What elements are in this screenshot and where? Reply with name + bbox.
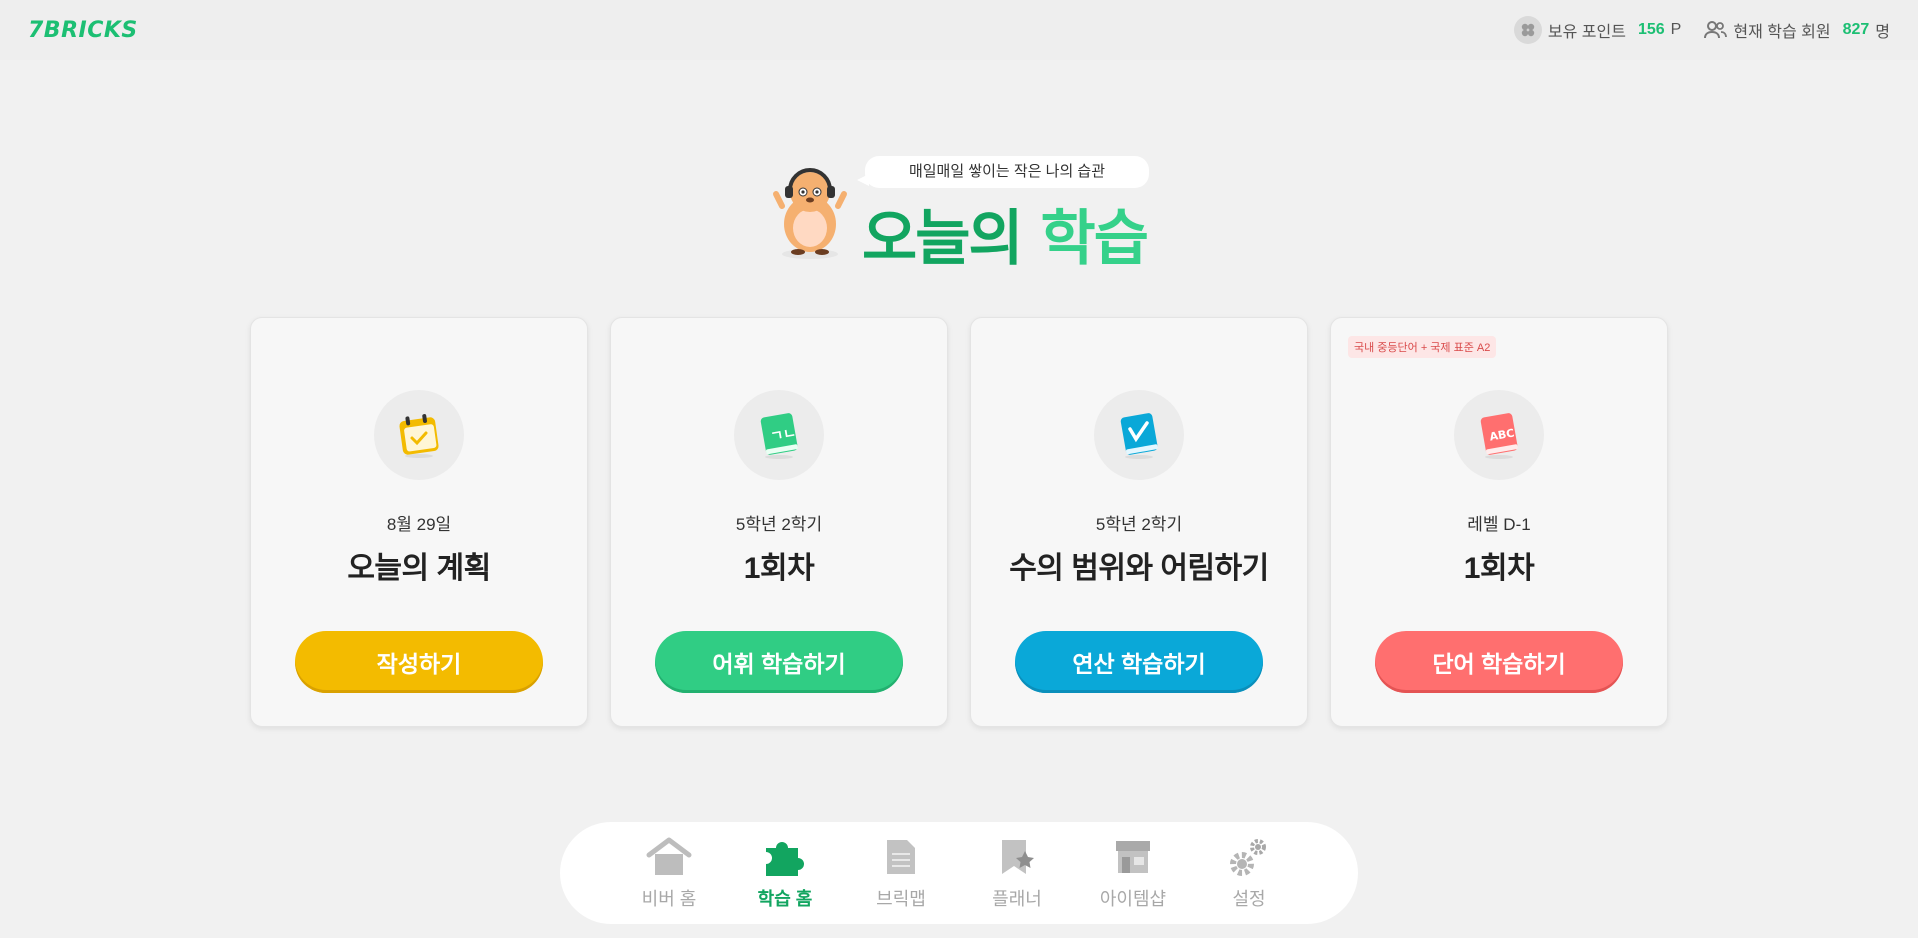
clover-coin-icon bbox=[1513, 16, 1542, 44]
gear-icon bbox=[1225, 835, 1273, 879]
bookmark-star-icon bbox=[993, 835, 1041, 879]
header-stats: 보유 포인트 156 P 현재 학습 회원 827 명 bbox=[1513, 16, 1890, 44]
members-stat: 현재 학습 회원 827 명 bbox=[1703, 18, 1890, 42]
card-plan: 8월 29일 오늘의 계획 작성하기 bbox=[250, 317, 588, 727]
nav-beaver-home[interactable]: 비버 홈 bbox=[611, 835, 727, 911]
nav-settings[interactable]: 설정 bbox=[1191, 835, 1307, 911]
nav-label: 플래너 bbox=[992, 889, 1042, 909]
top-bar: 7BRICKS 보유 포인트 156 P 현재 학습 회원 827 명 bbox=[0, 0, 1918, 60]
card-subtitle: 5학년 2학기 bbox=[735, 515, 823, 534]
house-icon bbox=[645, 835, 693, 879]
card-subtitle: 8월 29일 bbox=[386, 515, 452, 534]
card-title: 1회차 bbox=[1463, 552, 1535, 585]
nav-item-shop[interactable]: 아이템샵 bbox=[1075, 835, 1191, 911]
nav-label: 브릭맵 bbox=[876, 889, 926, 909]
card-subtitle: 5학년 2학기 bbox=[1095, 515, 1183, 534]
beaver-mascot-icon bbox=[770, 162, 850, 262]
points-value: 156 bbox=[1637, 21, 1665, 38]
points-label: 보유 포인트 bbox=[1547, 24, 1626, 41]
card-title: 오늘의 계획 bbox=[347, 552, 491, 585]
bottom-navigation: 비버 홈 학습 홈 브릭맵 플래너 아이템샵 설정 bbox=[560, 822, 1358, 924]
members-label: 현재 학습 회원 bbox=[1733, 24, 1831, 41]
card-title: 1회차 bbox=[743, 552, 815, 585]
nav-label: 학습 홈 bbox=[757, 889, 813, 909]
page-title: 오늘의 학습 bbox=[862, 190, 1149, 277]
card-title: 수의 범위와 어림하기 bbox=[1009, 552, 1269, 585]
nav-study-home[interactable]: 학습 홈 bbox=[727, 835, 843, 911]
abc-book-icon: ABC bbox=[1454, 390, 1544, 480]
nav-planner[interactable]: 플래너 bbox=[959, 835, 1075, 911]
brand-logo[interactable]: 7BRICKS bbox=[28, 18, 138, 43]
vocabulary-study-button[interactable]: 어휘 학습하기 bbox=[655, 631, 903, 693]
write-plan-button[interactable]: 작성하기 bbox=[295, 631, 543, 693]
points-unit: P bbox=[1670, 21, 1682, 38]
page-title-part2: 학습 bbox=[1040, 204, 1149, 274]
level-tag: 국내 중등단어 + 국제 표준 A2 bbox=[1348, 336, 1497, 358]
users-icon bbox=[1703, 18, 1728, 42]
puzzle-icon bbox=[761, 835, 809, 879]
nav-label: 아이템샵 bbox=[1099, 889, 1167, 909]
points-stat: 보유 포인트 156 P bbox=[1513, 16, 1682, 44]
members-unit: 명 bbox=[1875, 24, 1890, 41]
card-subtitle: 레벨 D-1 bbox=[1467, 515, 1531, 534]
nav-brickmap[interactable]: 브릭맵 bbox=[843, 835, 959, 911]
members-value: 827 bbox=[1842, 21, 1870, 38]
study-cards: 8월 29일 오늘의 계획 작성하기 ㄱㄴ 5학년 2학기 1회차 어휘 학습하… bbox=[250, 317, 1668, 727]
nav-label: 설정 bbox=[1232, 889, 1266, 909]
document-icon bbox=[877, 835, 925, 879]
page-title-part1: 오늘의 bbox=[862, 204, 1024, 274]
nav-label: 비버 홈 bbox=[641, 889, 697, 909]
korean-book-icon: ㄱㄴ bbox=[734, 390, 824, 480]
card-words: 국내 중등단어 + 국제 표준 A2 ABC 레벨 D-1 1회차 단어 학습하… bbox=[1330, 317, 1668, 727]
calendar-check-icon bbox=[374, 390, 464, 480]
hero-section: 매일매일 쌓이는 작은 나의 습관 오늘의 학습 bbox=[770, 152, 1160, 274]
math-book-icon bbox=[1094, 390, 1184, 480]
arithmetic-study-button[interactable]: 연산 학습하기 bbox=[1015, 631, 1263, 693]
card-arithmetic: 5학년 2학기 수의 범위와 어림하기 연산 학습하기 bbox=[970, 317, 1308, 727]
speech-bubble: 매일매일 쌓이는 작은 나의 습관 bbox=[857, 156, 1149, 188]
card-vocabulary: ㄱㄴ 5학년 2학기 1회차 어휘 학습하기 bbox=[610, 317, 948, 727]
word-study-button[interactable]: 단어 학습하기 bbox=[1375, 631, 1623, 693]
shop-icon bbox=[1109, 835, 1157, 879]
